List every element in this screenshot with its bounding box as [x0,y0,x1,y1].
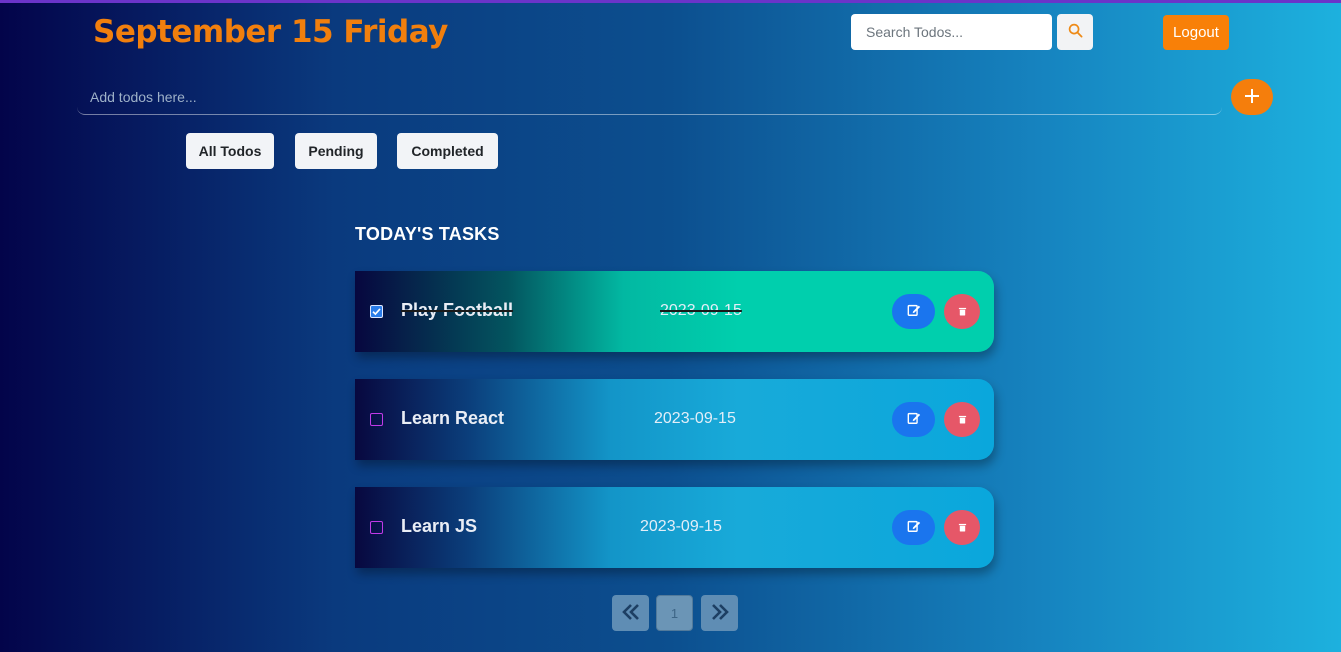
section-title: TODAY'S TASKS [355,224,500,244]
trash-icon [958,304,967,319]
edit-icon [907,411,921,428]
filter-pending[interactable]: Pending [295,133,377,169]
edit-task-button[interactable] [892,510,935,545]
edit-icon [907,519,921,536]
delete-task-button[interactable] [944,510,980,545]
task-title: Learn JS [401,516,478,536]
double-chevron-right-icon [710,603,730,624]
delete-task-button[interactable] [944,402,980,437]
filter-completed[interactable]: Completed [397,133,498,169]
delete-task-button[interactable] [944,294,980,329]
plus-icon [1244,88,1260,107]
task-card: Play Football 2023-09-15 [355,271,994,352]
add-todo-button[interactable] [1231,79,1273,115]
pagination-next-button[interactable] [701,595,738,631]
task-card: Learn React 2023-09-15 [355,379,994,460]
edit-icon [907,303,921,320]
page-title: September 15 Friday [93,14,448,50]
pagination-prev-button[interactable] [612,595,649,631]
double-chevron-left-icon [621,603,641,624]
filter-all-todos[interactable]: All Todos [186,133,274,169]
search-button[interactable] [1057,14,1093,50]
task-title: Learn React [401,408,505,428]
pagination-page-button[interactable]: 1 [656,595,693,631]
task-checkbox[interactable] [370,305,383,318]
trash-icon [958,412,967,427]
task-date: 2023-09-15 [660,302,742,319]
search-icon [1068,23,1083,41]
task-date: 2023-09-15 [640,518,722,535]
add-todo-input[interactable] [77,80,1222,115]
search-input[interactable] [851,14,1052,50]
trash-icon [958,520,967,535]
task-date: 2023-09-15 [654,410,736,427]
top-accent-line [0,0,1341,3]
edit-task-button[interactable] [892,402,935,437]
task-checkbox[interactable] [370,521,383,534]
logout-button[interactable]: Logout [1163,15,1229,50]
task-card: Learn JS 2023-09-15 [355,487,994,568]
edit-task-button[interactable] [892,294,935,329]
task-title: Play Football [401,300,514,320]
task-checkbox[interactable] [370,413,383,426]
